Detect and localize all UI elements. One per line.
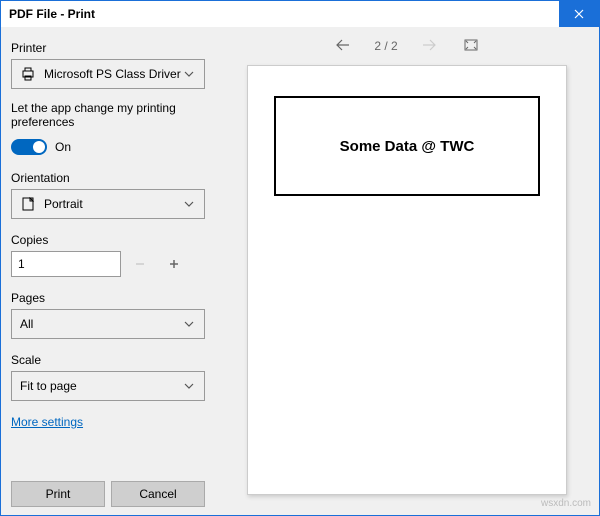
printer-label: Printer bbox=[11, 41, 205, 55]
plus-icon bbox=[168, 258, 180, 270]
chevron-down-icon bbox=[182, 201, 196, 207]
copies-label: Copies bbox=[11, 233, 205, 247]
preview-nav: 2 / 2 bbox=[215, 27, 599, 65]
scale-value: Fit to page bbox=[20, 379, 182, 393]
window-title: PDF File - Print bbox=[9, 7, 559, 21]
minus-icon bbox=[134, 258, 146, 270]
fit-page-button[interactable] bbox=[460, 35, 482, 58]
fit-icon bbox=[464, 39, 478, 51]
arrow-right-icon bbox=[422, 39, 436, 51]
dialog-body: Printer Microsoft PS Class Driver Let th… bbox=[1, 27, 599, 515]
copies-decrement[interactable] bbox=[125, 251, 155, 277]
toggle-knob bbox=[33, 141, 45, 153]
page-preview: Some Data @ TWC bbox=[247, 65, 567, 495]
cancel-button[interactable]: Cancel bbox=[111, 481, 205, 507]
close-button[interactable] bbox=[559, 1, 599, 27]
scale-label: Scale bbox=[11, 353, 205, 367]
next-page-button[interactable] bbox=[418, 35, 440, 58]
arrow-left-icon bbox=[336, 39, 350, 51]
scale-dropdown[interactable]: Fit to page bbox=[11, 371, 205, 401]
close-icon bbox=[574, 9, 584, 19]
print-button[interactable]: Print bbox=[11, 481, 105, 507]
preview-area: Some Data @ TWC bbox=[215, 65, 599, 515]
button-row: Print Cancel bbox=[1, 475, 215, 515]
pref-toggle-row: On bbox=[11, 139, 205, 155]
print-dialog: PDF File - Print Printer Microsoft PS Cl… bbox=[0, 0, 600, 516]
preview-pane: 2 / 2 Some Data @ TWC bbox=[215, 27, 599, 515]
copies-row bbox=[11, 251, 205, 277]
titlebar: PDF File - Print bbox=[1, 1, 599, 27]
orientation-value: Portrait bbox=[44, 197, 182, 211]
spacer bbox=[11, 429, 205, 475]
pref-label: Let the app change my printing preferenc… bbox=[11, 101, 205, 129]
chevron-down-icon bbox=[182, 383, 196, 389]
copies-input[interactable] bbox=[11, 251, 121, 277]
pages-value: All bbox=[20, 317, 182, 331]
page-content-box: Some Data @ TWC bbox=[274, 96, 540, 196]
sidebar: Printer Microsoft PS Class Driver Let th… bbox=[1, 27, 215, 515]
pages-label: Pages bbox=[11, 291, 205, 305]
pref-toggle[interactable] bbox=[11, 139, 47, 155]
printer-icon bbox=[20, 67, 36, 81]
chevron-down-icon bbox=[182, 321, 196, 327]
portrait-icon bbox=[20, 197, 36, 211]
page-indicator: 2 / 2 bbox=[374, 39, 397, 53]
prev-page-button[interactable] bbox=[332, 35, 354, 58]
orientation-dropdown[interactable]: Portrait bbox=[11, 189, 205, 219]
orientation-label: Orientation bbox=[11, 171, 205, 185]
printer-value: Microsoft PS Class Driver bbox=[44, 67, 182, 81]
pages-dropdown[interactable]: All bbox=[11, 309, 205, 339]
chevron-down-icon bbox=[182, 71, 196, 77]
more-settings-link[interactable]: More settings bbox=[11, 415, 205, 429]
pref-state: On bbox=[55, 140, 71, 154]
printer-dropdown[interactable]: Microsoft PS Class Driver bbox=[11, 59, 205, 89]
copies-increment[interactable] bbox=[159, 251, 189, 277]
